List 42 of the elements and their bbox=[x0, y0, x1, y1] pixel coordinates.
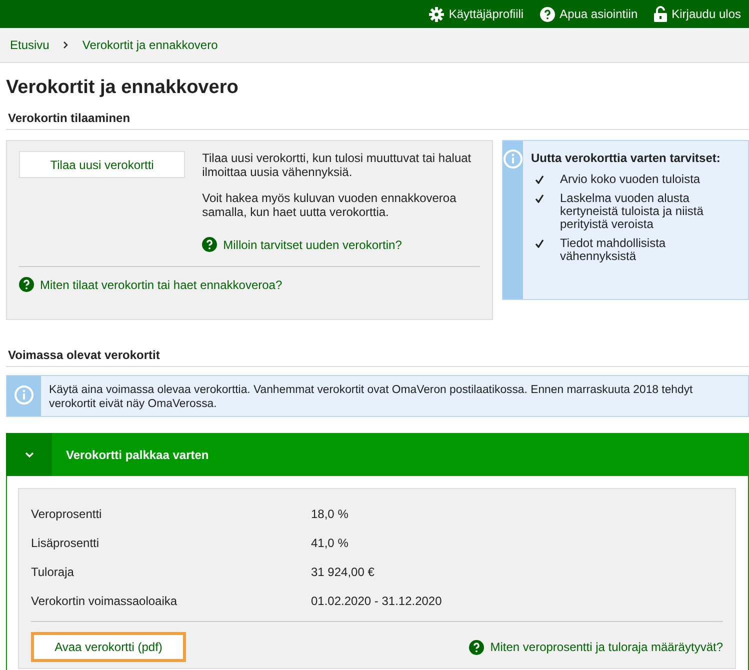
nav-link[interactable]: Apua asiointiin bbox=[540, 6, 638, 22]
field-value: 41,0 % bbox=[311, 536, 348, 550]
help-link[interactable]: Miten veroprosentti ja tuloraja määräytyvät? bbox=[469, 640, 723, 654]
field-value: 31 924,00 € bbox=[311, 564, 374, 578]
open-pdf-button[interactable]: Avaa verokortti (pdf) bbox=[31, 632, 186, 662]
breadcrumb-link[interactable]: Etusivu bbox=[10, 38, 50, 52]
lock-icon bbox=[654, 6, 667, 22]
section-heading: Verokortin tilaaminen bbox=[6, 111, 749, 130]
check-icon bbox=[535, 175, 544, 184]
chevron-right-icon bbox=[63, 41, 68, 49]
order-button[interactable]: Tilaa uusi verokortti bbox=[19, 151, 186, 178]
help-icon bbox=[19, 277, 34, 292]
description-text: Tilaa uusi verokortti, kun tulosi muuttuvat tai haluat ilmoittaa uusia vähennyksiä. bbox=[202, 151, 472, 179]
check-icon bbox=[535, 239, 544, 248]
help-link[interactable]: Miten tilaat verokortin tai haet ennakkoveroa? bbox=[19, 277, 480, 292]
list-item: Tiedot mahdollisista vähennyksistä bbox=[560, 237, 667, 263]
field-value: 18,0 % bbox=[311, 506, 348, 520]
field-value: 01.02.2020 - 31.12.2020 bbox=[311, 594, 442, 608]
list-item: Arvio koko vuoden tuloista bbox=[560, 173, 700, 186]
help-icon bbox=[469, 640, 484, 654]
section-heading: Voimassa olevat verokortit bbox=[6, 348, 749, 367]
field-label: Tuloraja bbox=[31, 564, 75, 578]
settings-icon bbox=[428, 6, 444, 22]
chevron-icon bbox=[24, 452, 34, 458]
nav-link[interactable]: Kirjaudu ulos bbox=[654, 6, 741, 22]
description-text: Voit hakea myös kuluvan vuoden ennakkoveroa samalla, kun haet uutta verokorttia. bbox=[202, 191, 458, 219]
accordion-header[interactable]: Verokortti palkkaa varten bbox=[6, 433, 749, 476]
list-item: Laskelma vuoden alusta kertyneistä tuloista ja niistä perityistä veroista bbox=[560, 192, 704, 231]
help-icon bbox=[202, 237, 218, 252]
help-link[interactable]: Milloin tarvitset uuden verokortin? bbox=[202, 237, 480, 252]
page-title: Verokortit ja ennakkovero bbox=[6, 77, 240, 99]
breadcrumb-link[interactable]: Verokortit ja ennakkovero bbox=[82, 38, 218, 52]
info-icon bbox=[503, 149, 523, 169]
check-icon bbox=[535, 194, 544, 203]
notice-text: Käytä aina voimassa olevaa verokorttia. Vanhemmat verokortit ovat OmaVeron postilaatikossa. Ennen marraskuuta 2018 tehdyt verokortit eivät näy OmaVerossa. bbox=[48, 383, 694, 412]
field-label: Lisäprosentti bbox=[31, 536, 100, 550]
info-icon bbox=[14, 385, 34, 405]
info-title: Uutta verokorttia varten tarvitset: bbox=[531, 151, 722, 165]
nav-link[interactable]: Käyttäjäprofiili bbox=[428, 6, 524, 22]
help-icon bbox=[540, 6, 555, 22]
field-label: Veroprosentti bbox=[31, 506, 103, 520]
field-label: Verokortin voimassaoloaika bbox=[31, 594, 178, 608]
